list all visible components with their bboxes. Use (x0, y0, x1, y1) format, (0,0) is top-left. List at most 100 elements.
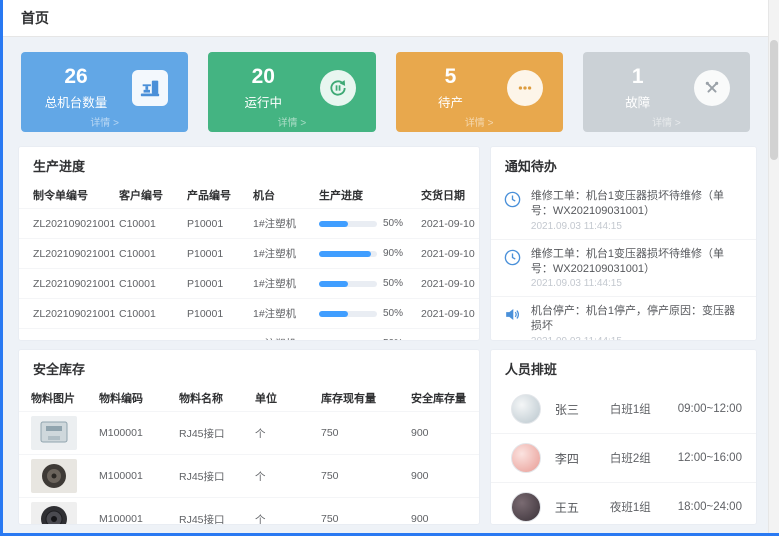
card-content: 5 待产 (406, 62, 551, 114)
page-title: 首页 (21, 8, 49, 28)
waiting-value: 5 (406, 65, 496, 89)
schedule-row: 李四 白班2组 12:00~16:00 (491, 434, 756, 483)
waiting-label: 待产 (406, 92, 496, 111)
person-time: 18:00~24:00 (678, 501, 742, 513)
notification-time: 2021.09.03 11:44:15 (531, 336, 744, 341)
progress-bar (319, 251, 377, 257)
progress-label: 50% (383, 218, 403, 229)
person-name: 张三 (555, 401, 610, 418)
person-time: 12:00~16:00 (678, 452, 742, 464)
notification-item[interactable]: 机台停产：机台1停产，停产原因：变压器损坏 2021.09.03 11:44:1… (491, 297, 756, 341)
person-name: 王五 (555, 499, 610, 516)
progress-label: 50% (383, 338, 403, 341)
safety-stock-panel: 安全库存 物料图片 物料编码 物料名称 单位 库存现有量 安全库存量 (18, 349, 480, 525)
material-image-rj45 (31, 416, 77, 450)
running-refresh-icon (320, 70, 356, 106)
detail-link-running[interactable]: 详情 > (208, 114, 375, 129)
notifications-panel: 通知待办 维修工单：机台1变压器损坏待维修（单号：WX202109031001）… (490, 146, 757, 341)
app-window: 首页 26 总机台数量 (0, 0, 779, 536)
col-code: 物料编码 (97, 385, 177, 412)
detail-link-waiting[interactable]: 详情 > (396, 114, 563, 129)
notification-item[interactable]: 维修工单：机台1变压器损坏待维修（单号：WX202109031001） 2021… (491, 240, 756, 298)
stat-cards: 26 总机台数量 详情 > (21, 52, 750, 132)
col-unit: 单位 (253, 385, 319, 412)
production-table: 制令单编号 客户编号 产品编号 机台 生产进度 交货日期 ZL202109021… (19, 182, 479, 341)
card-content: 1 故障 (593, 62, 738, 114)
col-machine: 机台 (251, 182, 317, 209)
panel-title: 生产进度 (19, 147, 479, 182)
table-row: ZL202109021001 C10001 P10001 1#注塑机 50% 2… (19, 209, 479, 239)
col-product: 产品编号 (185, 182, 251, 209)
production-progress-panel: 生产进度 制令单编号 客户编号 产品编号 机台 生产进度 交货日期 (18, 146, 480, 341)
col-customer: 客户编号 (117, 182, 185, 209)
person-time: 09:00~12:00 (678, 403, 742, 415)
col-order: 制令单编号 (19, 182, 117, 209)
table-row: M100001 RJ45接口 个 750 900 (19, 498, 479, 526)
notification-item[interactable]: 维修工单：机台1变压器损坏待维修（单号：WX202109031001） 2021… (491, 182, 756, 240)
notification-time: 2021.09.03 11:44:15 (531, 221, 744, 232)
stat-card-waiting[interactable]: 5 待产 详情 > (396, 52, 563, 132)
progress-label: 90% (383, 248, 403, 259)
stat-card-running[interactable]: 20 运行中 详情 > (208, 52, 375, 132)
table-row: ZL202109021001 C10001 P10001 1#注塑机 50% 2… (19, 329, 479, 342)
detail-link-fault[interactable]: 详情 > (583, 114, 750, 129)
clock-icon (503, 189, 523, 232)
panel-grid: 生产进度 制令单编号 客户编号 产品编号 机台 生产进度 交货日期 (18, 146, 757, 525)
panel-title: 安全库存 (19, 350, 479, 385)
fault-value: 1 (593, 65, 683, 89)
table-row: ZL202109021001 C10001 P10001 1#注塑机 50% 2… (19, 269, 479, 299)
col-date: 交货日期 (419, 182, 479, 209)
running-value: 20 (218, 65, 308, 89)
total-machines-label: 总机台数量 (31, 92, 121, 111)
notification-text: 维修工单：机台1变压器损坏待维修（单号：WX202109031001） (531, 247, 744, 277)
avatar (511, 443, 541, 473)
progress-bar (319, 221, 377, 227)
schedule-row: 张三 白班1组 09:00~12:00 (491, 385, 756, 434)
progress-bar (319, 311, 377, 317)
progress-label: 50% (383, 278, 403, 289)
col-progress: 生产进度 (317, 182, 419, 209)
stat-card-total-machines[interactable]: 26 总机台数量 详情 > (21, 52, 188, 132)
total-machines-value: 26 (31, 65, 121, 89)
schedule-row: 王五 夜班1组 18:00~24:00 (491, 483, 756, 525)
page-header: 首页 (3, 0, 768, 37)
progress-bar (319, 281, 377, 287)
stat-card-fault[interactable]: 1 故障 详情 > (583, 52, 750, 132)
inventory-table: 物料图片 物料编码 物料名称 单位 库存现有量 安全库存量 (19, 385, 479, 525)
panel-title: 人员排班 (491, 350, 756, 385)
card-content: 20 运行中 (218, 62, 363, 114)
detail-link-total[interactable]: 详情 > (21, 114, 188, 129)
person-shift: 白班1组 (610, 401, 678, 417)
personnel-schedule-panel: 人员排班 张三 白班1组 09:00~12:00 李四 白班2组 12:00~1… (490, 349, 757, 525)
material-image-round-connector (31, 459, 77, 493)
table-header-row: 物料图片 物料编码 物料名称 单位 库存现有量 安全库存量 (19, 385, 479, 412)
person-shift: 夜班1组 (610, 499, 678, 515)
material-image-speaker (31, 502, 77, 525)
col-stock: 库存现有量 (319, 385, 409, 412)
col-image: 物料图片 (19, 385, 97, 412)
table-row: M100001 RJ45接口 个 750 900 (19, 412, 479, 455)
notification-text: 维修工单：机台1变压器损坏待维修（单号：WX202109031001） (531, 189, 744, 219)
notification-time: 2021.09.03 11:44:15 (531, 278, 744, 289)
running-label: 运行中 (218, 92, 308, 111)
panel-title: 通知待办 (491, 147, 756, 182)
person-name: 李四 (555, 450, 610, 467)
table-header-row: 制令单编号 客户编号 产品编号 机台 生产进度 交货日期 (19, 182, 479, 209)
table-row: M100001 RJ45接口 个 750 900 (19, 455, 479, 498)
machine-icon (132, 70, 168, 106)
avatar (511, 394, 541, 424)
table-row: ZL202109021001 C10001 P10001 1#注塑机 90% 2… (19, 239, 479, 269)
table-row: ZL202109021001 C10001 P10001 1#注塑机 50% 2… (19, 299, 479, 329)
notification-text: 机台停产：机台1停产，停产原因：变压器损坏 (531, 304, 744, 334)
speaker-icon (503, 304, 523, 341)
progress-label: 50% (383, 308, 403, 319)
clock-icon (503, 247, 523, 290)
dashboard: 首页 26 总机台数量 (3, 0, 768, 533)
scrollbar[interactable] (768, 0, 779, 533)
scrollbar-thumb[interactable] (770, 40, 778, 160)
card-content: 26 总机台数量 (31, 62, 176, 114)
avatar (511, 492, 541, 522)
fault-label: 故障 (593, 92, 683, 111)
tools-icon (694, 70, 730, 106)
col-name: 物料名称 (177, 385, 253, 412)
